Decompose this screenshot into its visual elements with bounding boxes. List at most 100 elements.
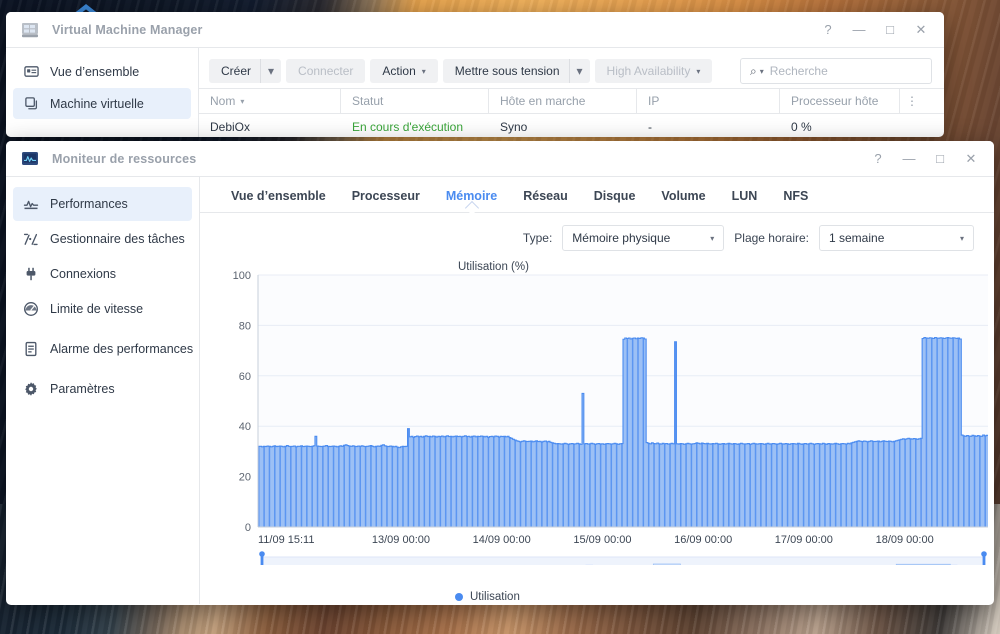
rm-main: Vue d’ensemble Processeur Mémoire Réseau… [200, 177, 994, 604]
connect-button[interactable]: Connecter [286, 59, 365, 83]
speed-limit-icon [23, 301, 39, 317]
search-input[interactable]: Recherche [770, 64, 828, 78]
rm-title: Moniteur de ressources [52, 152, 196, 166]
svg-text:17/09 00:00: 17/09 00:00 [775, 534, 833, 546]
sidebar-item-label: Machine virtuelle [50, 97, 144, 111]
performance-alarm-icon [23, 341, 39, 357]
sidebar-item-label: Performances [50, 197, 128, 212]
help-button[interactable]: ? [865, 146, 891, 172]
sidebar-item-vue-densemble[interactable]: Vue d’ensemble [13, 56, 191, 87]
column-header-nom[interactable]: Nom ▾ [199, 88, 341, 114]
rm-filters: Type: Mémoire physique ▾ Plage horaire: … [200, 213, 994, 251]
svg-text:11/09 15:11: 11/09 15:11 [258, 534, 314, 546]
svg-text:100: 100 [233, 270, 251, 282]
vmm-title: Virtual Machine Manager [52, 23, 202, 37]
sidebar-item-limite-de-vitesse[interactable]: Limite de vitesse [13, 292, 192, 326]
chevron-down-icon[interactable]: ▾ [760, 67, 764, 76]
action-button-label: Action [382, 64, 415, 78]
chevron-down-icon: ▾ [710, 234, 714, 243]
sidebar-item-gestionnaire-des-taches[interactable]: Gestionnaire des tâches [13, 222, 192, 256]
column-header-ip[interactable]: IP [637, 88, 780, 114]
sidebar-item-label: Vue d’ensemble [50, 65, 139, 79]
memory-utilization-chart[interactable]: 02040608010011/09 15:1113/09 00:0014/09 … [224, 265, 994, 565]
vmm-toolbar: Créer ▾ Connecter Action ▾ Mettre sous t… [199, 54, 944, 88]
chart-title: Utilisation (%) [458, 261, 529, 273]
power-on-dropdown-arrow[interactable]: ▾ [569, 59, 590, 83]
legend-color-swatch [455, 593, 463, 601]
high-availability-button[interactable]: High Availability ▾ [595, 59, 713, 83]
range-select[interactable]: 1 semaine ▾ [819, 225, 974, 251]
virtual-machine-icon [23, 96, 39, 112]
task-manager-icon [23, 231, 39, 247]
resource-monitor-window: Moniteur de ressources ? — □ ✕ Performan… [6, 141, 994, 605]
rm-titlebar[interactable]: Moniteur de ressources ? — □ ✕ [6, 141, 994, 177]
tab-volume[interactable]: Volume [648, 189, 718, 212]
vmm-window-controls: ? — □ ✕ [815, 12, 934, 47]
connections-icon [23, 266, 39, 282]
sort-caret-icon: ▾ [240, 97, 244, 106]
action-button[interactable]: Action ▾ [370, 59, 437, 83]
sidebar-item-connexions[interactable]: Connexions [13, 257, 192, 291]
create-button[interactable]: Créer [209, 59, 260, 83]
chevron-down-icon: ▾ [422, 67, 426, 76]
svg-text:16/09 00:00: 16/09 00:00 [674, 534, 732, 546]
sidebar-item-label: Gestionnaire des tâches [50, 232, 185, 247]
search-icon: ⌕ [750, 64, 757, 79]
table-row[interactable]: DebiOx En cours d'exécution Syno - 0 % [199, 114, 944, 137]
range-select-value: 1 semaine [829, 231, 952, 245]
sidebar-item-performances[interactable]: Performances [13, 187, 192, 221]
memory-chart-container: Utilisation (%) 02040608010011/09 15:111… [200, 265, 994, 565]
search-box[interactable]: ⌕ ▾ Recherche [740, 58, 932, 84]
sidebar-item-machine-virtuelle[interactable]: Machine virtuelle [13, 88, 191, 119]
resource-monitor-icon [20, 149, 40, 169]
chevron-down-icon: ▾ [960, 234, 964, 243]
rm-tabs: Vue d’ensemble Processeur Mémoire Réseau… [200, 177, 994, 213]
tab-vue-densemble[interactable]: Vue d’ensemble [218, 189, 339, 212]
power-on-button-group[interactable]: Mettre sous tension ▾ [443, 59, 590, 83]
column-header-label: Nom [210, 94, 235, 108]
svg-text:80: 80 [239, 320, 251, 332]
tab-memoire[interactable]: Mémoire [433, 189, 510, 212]
create-dropdown-arrow[interactable]: ▾ [260, 59, 281, 83]
column-header-hote-en-marche[interactable]: Hôte en marche [489, 88, 637, 114]
sidebar-item-alarme-des-performances[interactable]: Alarme des performances [13, 327, 192, 371]
help-button[interactable]: ? [815, 17, 841, 43]
tab-nfs[interactable]: NFS [770, 189, 821, 212]
column-header-processeur-hote[interactable]: Processeur hôte [780, 88, 900, 114]
svg-text:15/09 00:00: 15/09 00:00 [573, 534, 631, 546]
high-availability-label: High Availability [607, 64, 691, 78]
close-button[interactable]: ✕ [908, 17, 934, 43]
rm-sidebar: Performances Gestionnaire des tâches [6, 177, 200, 604]
cell-hote: Syno [489, 120, 637, 134]
column-header-statut[interactable]: Statut [341, 88, 489, 114]
table-header-row: Nom ▾ Statut Hôte en marche IP Processeu… [199, 88, 944, 114]
svg-text:18/09 00:00: 18/09 00:00 [876, 534, 934, 546]
vmm-main: Créer ▾ Connecter Action ▾ Mettre sous t… [199, 48, 944, 137]
maximize-button[interactable]: □ [927, 146, 953, 172]
type-select[interactable]: Mémoire physique ▾ [562, 225, 724, 251]
svg-text:13/09 00:00: 13/09 00:00 [372, 534, 430, 546]
chevron-down-icon: ▾ [696, 67, 700, 76]
tab-processeur[interactable]: Processeur [339, 189, 433, 212]
svg-text:60: 60 [239, 371, 251, 383]
settings-gear-icon [23, 381, 39, 397]
power-on-button[interactable]: Mettre sous tension [443, 59, 569, 83]
tab-reseau[interactable]: Réseau [510, 189, 580, 212]
close-button[interactable]: ✕ [958, 146, 984, 172]
vmm-titlebar[interactable]: Virtual Machine Manager ? — □ ✕ [6, 12, 944, 48]
legend-label: Utilisation [470, 591, 520, 603]
maximize-button[interactable]: □ [877, 17, 903, 43]
minimize-button[interactable]: — [846, 17, 872, 43]
cell-nom: DebiOx [199, 120, 341, 134]
minimize-button[interactable]: — [896, 146, 922, 172]
sidebar-item-parametres[interactable]: Paramètres [13, 372, 192, 406]
vmm-app-icon [20, 20, 40, 40]
svg-text:40: 40 [239, 421, 251, 433]
tab-disque[interactable]: Disque [581, 189, 649, 212]
column-options-icon[interactable]: ⋮ [900, 94, 924, 108]
svg-text:20: 20 [239, 472, 251, 484]
create-button-group[interactable]: Créer ▾ [209, 59, 281, 83]
sidebar-item-label: Connexions [50, 267, 116, 282]
cell-statut: En cours d'exécution [341, 120, 489, 134]
tab-lun[interactable]: LUN [719, 189, 771, 212]
